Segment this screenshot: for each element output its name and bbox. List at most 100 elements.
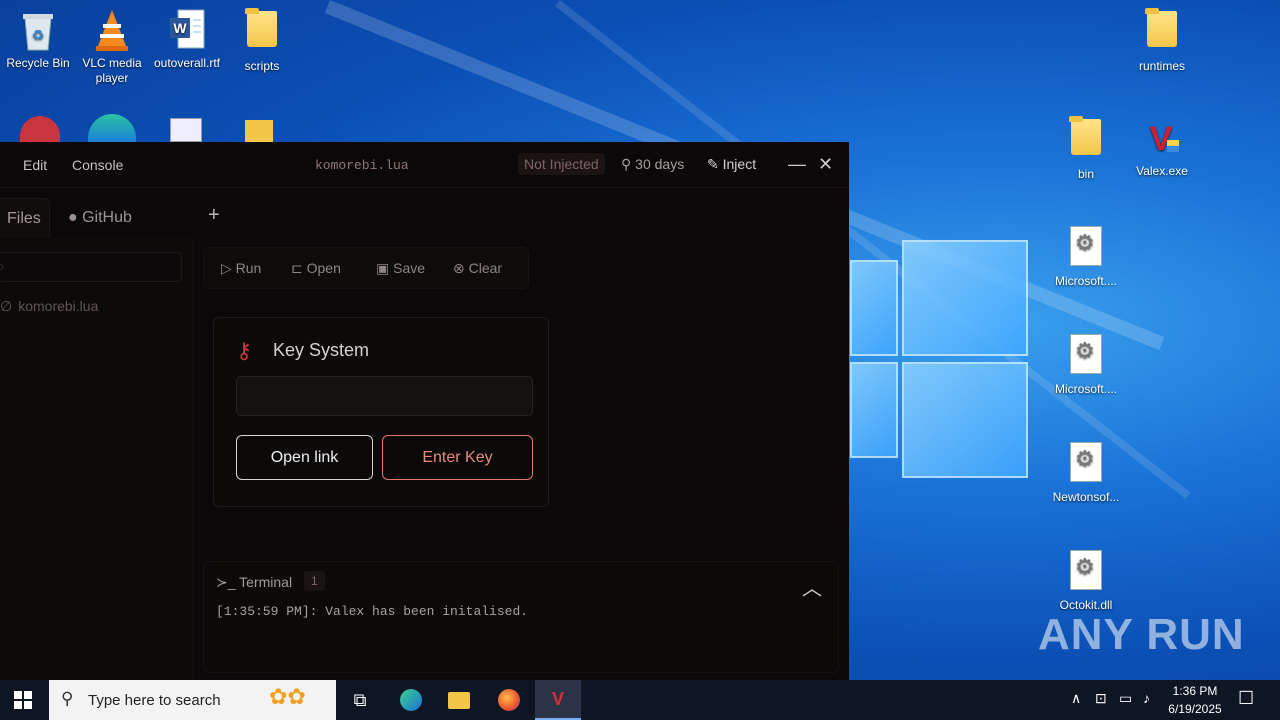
key-system-title: Key System	[273, 340, 370, 360]
desktop-icon-outoverall[interactable]: W outoverall.rtf	[149, 8, 225, 71]
syringe-icon: ✎	[707, 156, 723, 172]
save-button[interactable]: ▣ Save	[376, 260, 425, 277]
clear-circle-icon: ⊗	[453, 260, 469, 276]
save-icon: ▣	[376, 260, 394, 276]
desktop-icon-recycle-bin[interactable]: ♻ Recycle Bin	[0, 8, 76, 71]
dll-file-icon: ⚙	[1070, 442, 1102, 482]
search-placeholder: Type here to search	[88, 692, 221, 709]
terminal-count-badge: 1	[304, 571, 325, 591]
menu-edit[interactable]: Edit	[23, 157, 47, 173]
edge-icon[interactable]	[388, 680, 434, 720]
editor-toolbar: ▷ Run ⊏ Open ▣ Save ⊗ Clear	[203, 247, 529, 289]
desktop-icon-label: Microsoft....	[1054, 382, 1117, 396]
device-icon[interactable]: ⊡	[1095, 690, 1107, 707]
minimize-icon[interactable]: —	[788, 154, 806, 175]
notification-icon[interactable]: ☐	[1238, 688, 1254, 709]
windows-start-icon[interactable]	[0, 680, 46, 720]
menu-console[interactable]: Console	[72, 157, 123, 173]
desktop-icon-newtonsoft[interactable]: ⚙ Newtonsof...	[1048, 440, 1124, 505]
title-bar: Edit Console komorebi.lua Not Injected ⚲…	[0, 142, 849, 188]
desktop-icon-bin[interactable]: bin	[1048, 116, 1124, 182]
dll-file-icon: ⚙	[1070, 226, 1102, 266]
open-link-button[interactable]: Open link	[236, 435, 373, 480]
search-icon: ⚲	[61, 689, 74, 708]
search-icon: ⌕	[0, 258, 5, 274]
folder-icon	[1069, 116, 1101, 155]
desktop-icon-label: outoverall.rtf	[153, 56, 221, 70]
desktop-icon-label: VLC media player	[82, 56, 142, 85]
desktop-icon-label: Valex.exe	[1136, 164, 1188, 178]
task-view-icon[interactable]: ⧉	[337, 680, 383, 720]
tab-bar: Files ● GitHub +	[0, 190, 849, 238]
add-tab-button[interactable]: +	[198, 198, 230, 238]
valex-taskbar-icon[interactable]: V	[535, 680, 581, 720]
tab-github[interactable]: ● GitHub	[58, 198, 142, 238]
injection-status-badge: Not Injected	[518, 153, 605, 175]
desktop-icon-label: Newtonsof...	[1052, 490, 1120, 504]
clock-time[interactable]: 1:36 PM	[1165, 684, 1225, 698]
flowers-decoration-icon: ✿✿	[269, 684, 306, 709]
desktop-icon-valex[interactable]: V Valex.exe	[1124, 116, 1200, 179]
folder-icon-partial	[245, 120, 273, 142]
edge-icon-partial	[88, 114, 136, 142]
desktop-icon-label: runtimes	[1138, 59, 1185, 73]
svg-text:V: V	[1150, 120, 1173, 158]
chevron-up-icon[interactable]: ∧	[1071, 690, 1081, 707]
file-search-input[interactable]: ⌕	[0, 252, 182, 282]
inject-button[interactable]: ✎ Inject	[707, 156, 756, 173]
desktop-icon-runtimes[interactable]: runtimes	[1124, 8, 1200, 74]
folder-icon	[245, 8, 277, 47]
terminal-header: ≻_ Terminal	[216, 574, 293, 590]
dll-file-icon: ⚙	[1070, 550, 1102, 590]
desktop-icon-label: scripts	[244, 59, 280, 73]
folder-open-icon: ⊏	[291, 260, 307, 276]
open-button[interactable]: ⊏ Open	[291, 260, 341, 277]
key-icon: ⚷	[236, 338, 253, 363]
firefox-icon[interactable]	[486, 680, 532, 720]
desktop-icon-dll-2[interactable]: ⚙ Microsoft....	[1048, 332, 1124, 397]
clock-date[interactable]: 6/19/2025	[1165, 702, 1225, 716]
desktop-icon-label: bin	[1077, 167, 1094, 181]
image-file-icon-partial	[170, 118, 202, 142]
close-icon[interactable]: ✕	[818, 154, 833, 175]
enter-key-button[interactable]: Enter Key	[382, 435, 533, 480]
link-icon: ∅	[0, 298, 13, 314]
window-title: komorebi.lua	[315, 158, 409, 173]
key-icon: ⚲	[621, 156, 636, 172]
taskbar: ⚲ Type here to search ✿✿ ⧉ V ∧ ⊡ ▭ ♪ 1:3…	[0, 680, 1280, 720]
taskbar-search-box[interactable]: ⚲ Type here to search ✿✿	[49, 680, 336, 720]
desktop-icon-octokit[interactable]: ⚙ Octokit.dll	[1048, 548, 1124, 613]
windows-logo-wallpaper	[850, 240, 1030, 480]
file-explorer-icon[interactable]	[436, 680, 482, 720]
clear-button[interactable]: ⊗ Clear	[453, 260, 502, 277]
terminal-line: [1:35:59 PM]: Valex has been initalised.	[216, 604, 529, 619]
file-sidebar: ⌕ ∅ komorebi.lua	[0, 238, 194, 680]
desktop-icon-label: Recycle Bin	[6, 56, 70, 70]
desktop-icon-dll-1[interactable]: ⚙ Microsoft....	[1048, 224, 1124, 289]
tab-files[interactable]: Files	[0, 198, 50, 238]
key-input[interactable]	[236, 376, 533, 416]
terminal-icon: ≻_	[216, 574, 240, 590]
svg-text:♻: ♻	[32, 27, 45, 43]
key-system-dialog: ⚷ Key System Open link Enter Key	[213, 317, 549, 507]
play-icon: ▷	[221, 260, 236, 276]
desktop-icon-label: Microsoft....	[1054, 274, 1117, 288]
chevron-up-icon[interactable]: ︿	[802, 572, 822, 601]
chrome-icon-partial	[20, 116, 60, 142]
desktop-icon-vlc[interactable]: VLC media player	[74, 8, 150, 86]
terminal-panel: ≻_ Terminal 1 ︿ [1:35:59 PM]: Valex has …	[203, 561, 839, 673]
svg-text:W: W	[173, 20, 187, 36]
valex-icon: V	[1141, 116, 1183, 160]
sidebar-file-item[interactable]: ∅ komorebi.lua	[0, 298, 98, 315]
network-icon[interactable]: ▭	[1119, 690, 1132, 707]
dll-file-icon: ⚙	[1070, 334, 1102, 374]
license-days: ⚲ 30 days	[621, 156, 685, 172]
recycle-bin-icon: ♻	[17, 8, 59, 52]
volume-icon[interactable]: ♪	[1143, 690, 1150, 706]
run-button[interactable]: ▷ Run	[221, 260, 261, 277]
word-document-icon: W	[166, 8, 208, 52]
vlc-cone-icon	[91, 8, 133, 52]
folder-icon	[1145, 8, 1177, 47]
anyrun-watermark: ANY RUN	[1038, 610, 1245, 659]
desktop-icon-scripts[interactable]: scripts	[224, 8, 300, 74]
